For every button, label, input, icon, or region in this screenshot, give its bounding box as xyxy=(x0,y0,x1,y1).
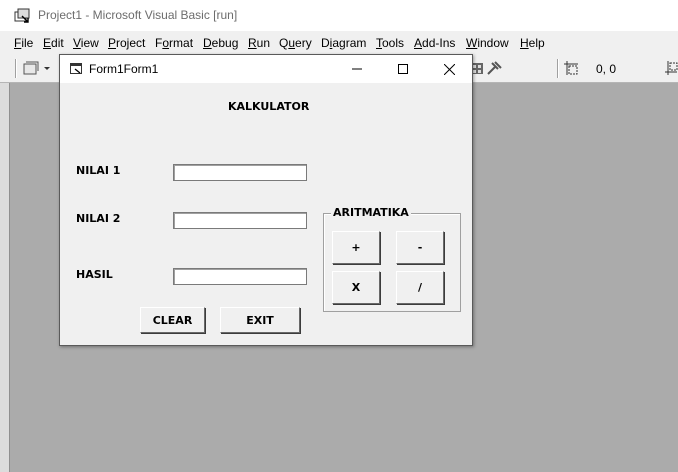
toolbar-separator xyxy=(557,59,559,78)
close-icon xyxy=(443,63,455,75)
tools-hammer-icon[interactable] xyxy=(486,60,504,79)
add-button[interactable]: + xyxy=(332,231,380,264)
menu-run[interactable]: Run xyxy=(248,36,270,50)
hasil-input[interactable] xyxy=(173,268,307,285)
menu-diagram[interactable]: Diagram xyxy=(321,36,366,50)
menu-bar: File Edit View Project Format Debug Run … xyxy=(0,31,678,55)
minimize-icon xyxy=(352,68,362,70)
visual-basic-icon xyxy=(14,8,32,24)
divide-button[interactable]: / xyxy=(396,271,444,304)
nilai1-input[interactable] xyxy=(173,164,307,181)
position-icon xyxy=(563,60,579,79)
menu-project[interactable]: Project xyxy=(108,36,145,50)
menu-debug[interactable]: Debug xyxy=(203,36,238,50)
aritmatika-group-title: ARITMATIKA xyxy=(331,206,411,219)
form-icon xyxy=(70,63,82,74)
menu-window[interactable]: Window xyxy=(466,36,509,50)
menu-format[interactable]: Format xyxy=(155,36,193,50)
position-readout: 0, 0 xyxy=(596,62,617,76)
form-window: Form1Form1 KALKULATOR NILAI 1 NILAI 2 HA… xyxy=(59,54,473,346)
exit-button[interactable]: EXIT xyxy=(220,307,300,333)
label-nilai2: NILAI 2 xyxy=(76,212,121,225)
subtract-button[interactable]: - xyxy=(396,231,444,264)
multiply-button[interactable]: X xyxy=(332,271,380,304)
label-nilai1: NILAI 1 xyxy=(76,164,121,177)
size-icon xyxy=(664,60,678,79)
menu-file[interactable]: File xyxy=(14,36,33,50)
menu-view[interactable]: View xyxy=(73,36,99,50)
aritmatika-group: ARITMATIKA + - X / xyxy=(323,206,461,312)
form-titlebar[interactable]: Form1Form1 xyxy=(60,55,472,83)
nilai2-input[interactable] xyxy=(173,212,307,229)
menu-edit[interactable]: Edit xyxy=(43,36,64,50)
toolbar-grip[interactable] xyxy=(15,59,17,78)
menu-help[interactable]: Help xyxy=(520,36,545,50)
maximize-button[interactable] xyxy=(380,55,426,83)
minimize-button[interactable] xyxy=(334,55,380,83)
ide-title: Project1 - Microsoft Visual Basic [run] xyxy=(38,8,238,22)
form-title: Form1Form1 xyxy=(89,62,159,76)
menu-add-ins[interactable]: Add-Ins xyxy=(414,36,455,50)
menu-tools[interactable]: Tools xyxy=(376,36,404,50)
label-hasil: HASIL xyxy=(76,268,113,281)
add-project-icon[interactable] xyxy=(22,59,52,80)
form-heading: KALKULATOR xyxy=(228,100,310,113)
ide-titlebar: Project1 - Microsoft Visual Basic [run] xyxy=(0,0,678,31)
ide-left-panel xyxy=(0,83,10,472)
close-button[interactable] xyxy=(426,55,472,83)
form-client-area: KALKULATOR NILAI 1 NILAI 2 HASIL ARITMAT… xyxy=(60,83,472,345)
maximize-icon xyxy=(398,64,408,74)
clear-button[interactable]: CLEAR xyxy=(140,307,205,333)
menu-query[interactable]: Query xyxy=(279,36,312,50)
